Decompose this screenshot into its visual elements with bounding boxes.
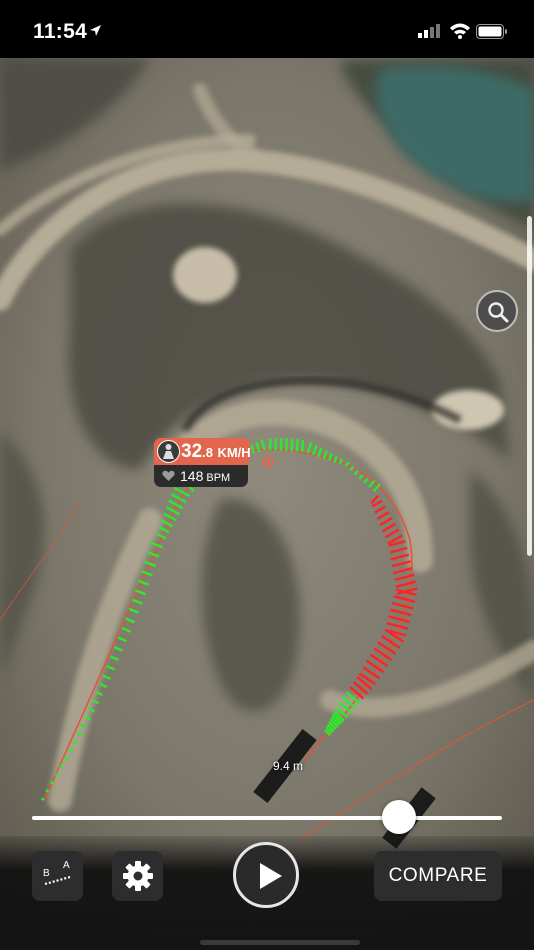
gear-icon bbox=[123, 861, 153, 891]
ab-segment-button[interactable]: B A bbox=[32, 851, 83, 901]
zoom-button[interactable] bbox=[476, 290, 518, 332]
ab-segment-icon: B A bbox=[43, 860, 71, 886]
speed-bar bbox=[301, 439, 305, 452]
location-arrow-icon bbox=[90, 25, 101, 36]
play-icon bbox=[260, 863, 282, 889]
speed-bar bbox=[268, 438, 272, 451]
map-scroll-indicator[interactable] bbox=[527, 216, 532, 556]
timeline-slider-thumb[interactable] bbox=[381, 800, 416, 834]
speed-bar bbox=[274, 438, 278, 451]
speed-bar bbox=[40, 797, 45, 802]
timeline-slider-track[interactable] bbox=[32, 816, 502, 820]
heart-rate-badge: 148 BPM bbox=[154, 465, 248, 487]
speed-bar bbox=[49, 780, 55, 785]
home-indicator bbox=[200, 940, 360, 945]
speed-bar bbox=[295, 439, 299, 452]
heart-icon bbox=[162, 470, 175, 481]
speed-bar bbox=[45, 789, 50, 793]
wifi-icon bbox=[450, 23, 470, 39]
settings-button[interactable] bbox=[112, 851, 163, 901]
speed-bar bbox=[285, 438, 288, 452]
rider-icon bbox=[163, 444, 174, 459]
satellite-map[interactable] bbox=[0, 0, 534, 950]
heart-rate-value: 148 bbox=[180, 468, 204, 484]
clock: 11:54 bbox=[33, 20, 88, 43]
cellular-signal-icon bbox=[418, 24, 440, 38]
heart-rate-unit: BPM bbox=[206, 472, 231, 484]
speed-bar bbox=[279, 437, 283, 451]
gate-distance-label: 9.4 m bbox=[273, 759, 304, 773]
magnifier-icon bbox=[488, 302, 509, 323]
svg-text:B: B bbox=[43, 868, 50, 879]
rider-avatar bbox=[157, 440, 180, 463]
speed-bar bbox=[290, 438, 294, 452]
compare-button[interactable]: COMPARE bbox=[374, 851, 502, 901]
play-button[interactable] bbox=[233, 842, 299, 908]
svg-text:A: A bbox=[63, 860, 70, 871]
speed-badge: 32.8 KM/H bbox=[154, 438, 251, 465]
speed-unit: KM/H bbox=[217, 445, 251, 460]
status-bar: 11:54 bbox=[0, 0, 534, 58]
speed-value: 32.8 KM/H bbox=[181, 441, 251, 462]
battery-icon bbox=[476, 24, 507, 39]
